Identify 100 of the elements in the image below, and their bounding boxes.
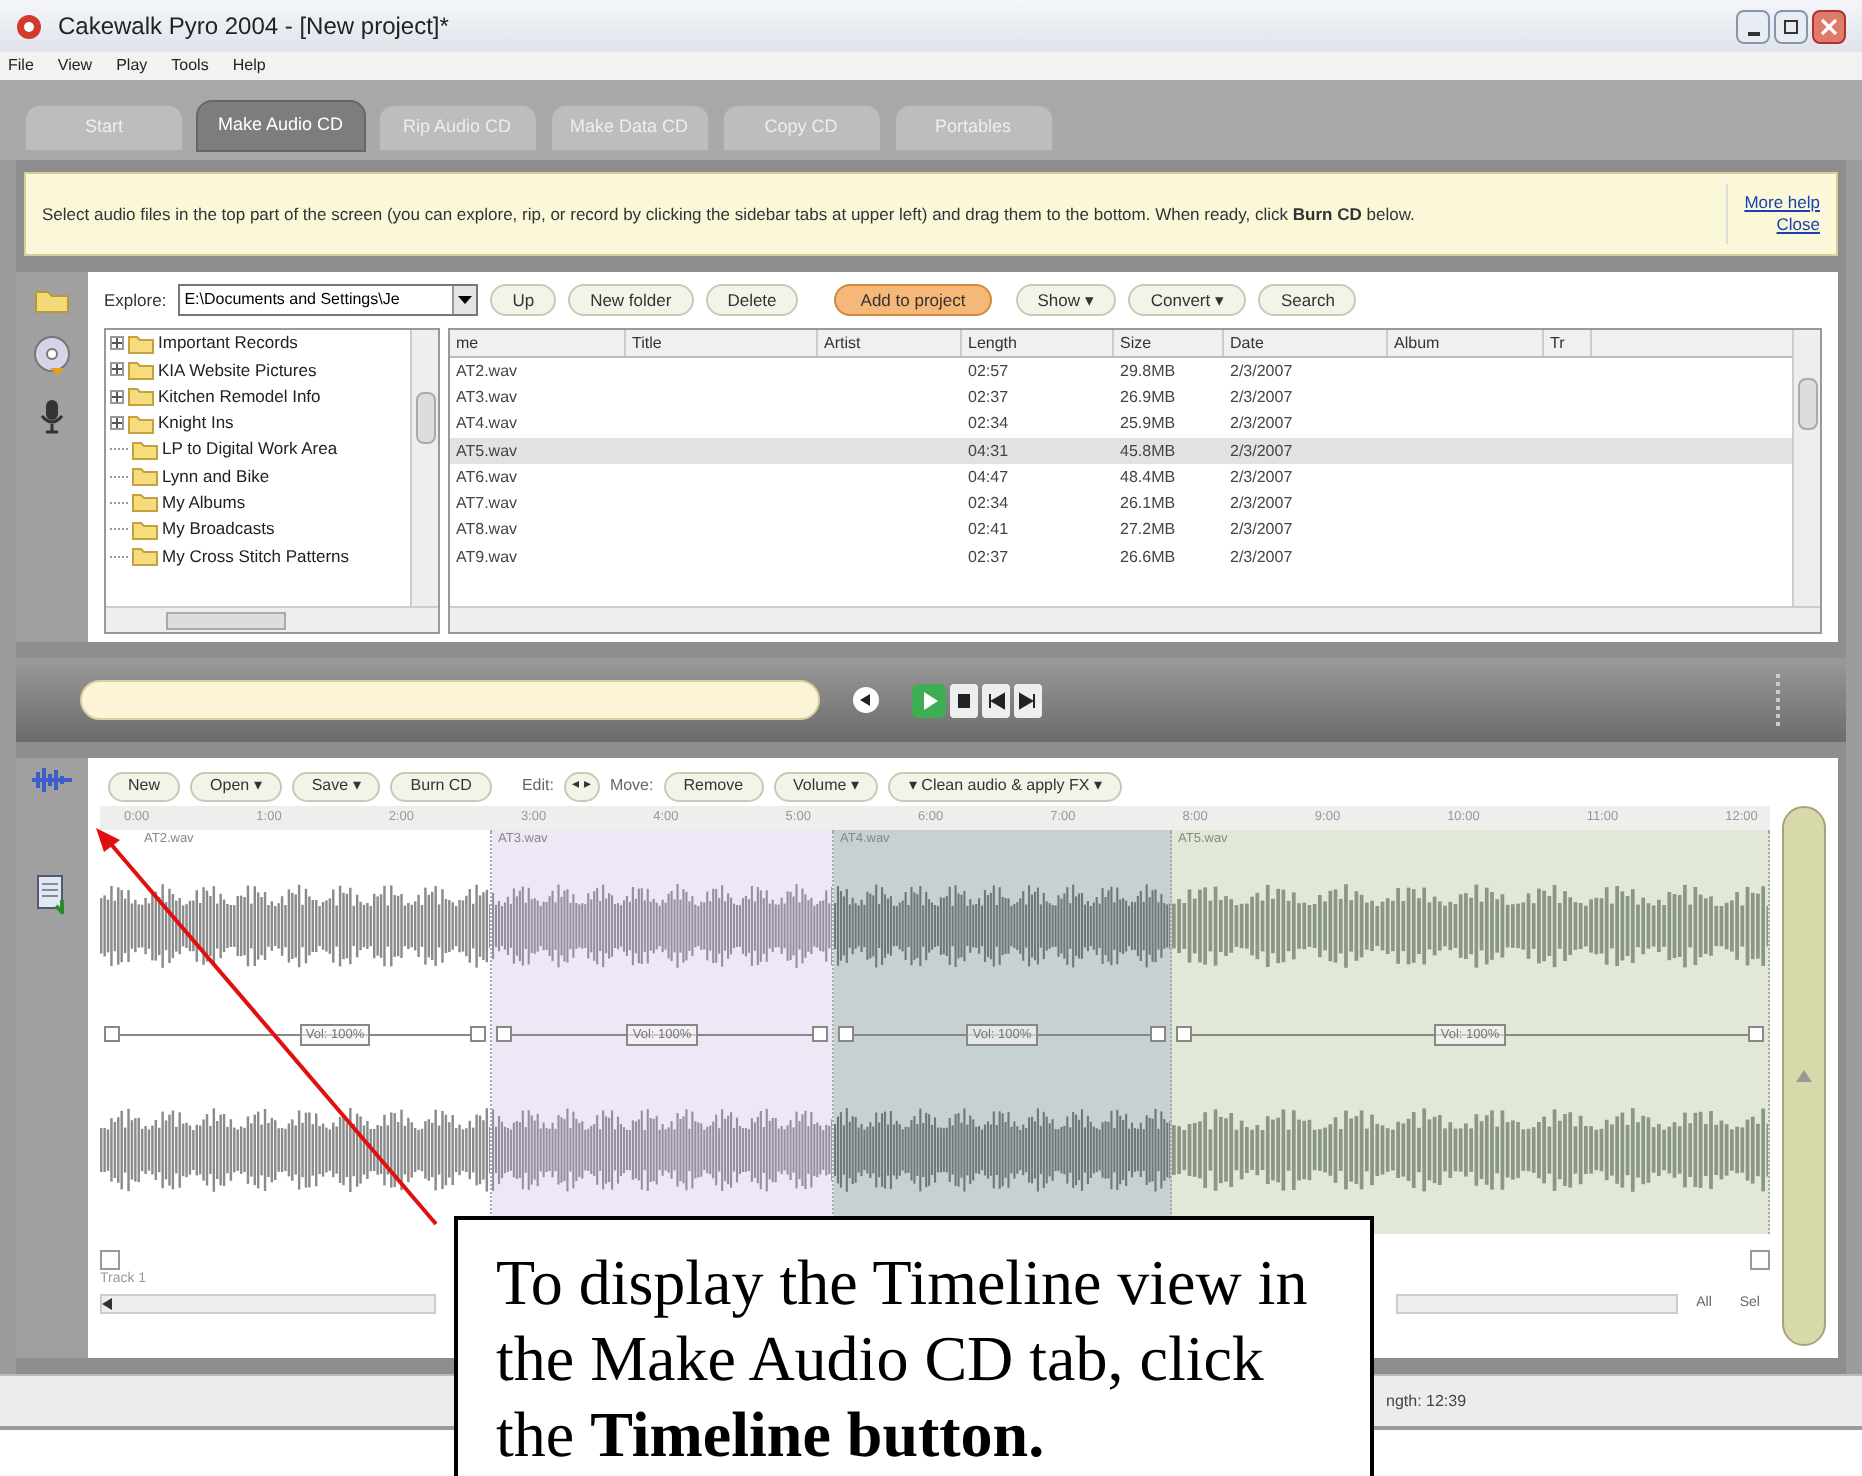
toolbar-button[interactable]: Save ▾	[291, 771, 381, 801]
expand-icon[interactable]	[110, 416, 124, 431]
disc-icon[interactable]	[32, 334, 72, 378]
toolbar-button[interactable]: New folder	[568, 284, 694, 316]
folder-icon	[132, 546, 158, 567]
table-cell-text: 02:37	[966, 545, 1011, 570]
expand-icon[interactable]	[110, 389, 124, 404]
folder-name[interactable]: Important Records	[158, 330, 298, 357]
close-icon[interactable]	[1820, 17, 1838, 35]
table-cell-text: 2/3/2007	[1228, 492, 1295, 517]
folder-icon	[132, 519, 158, 540]
table-cell-text: 2/3/2007	[1228, 412, 1295, 437]
restore-button[interactable]	[1774, 9, 1808, 43]
toolbar-button[interactable]: ▾ Clean audio & apply FX ▾	[888, 771, 1122, 801]
folder-name[interactable]: My Broadcasts	[162, 516, 275, 543]
field-label: Explore:	[104, 287, 167, 313]
tab[interactable]: Make Audio CD	[196, 100, 366, 152]
scroll-thumb[interactable]	[415, 391, 435, 443]
toolbar-button[interactable]: Show ▾	[1015, 284, 1117, 316]
table-cell-text: AT9.wav	[454, 545, 520, 570]
rewind-icon[interactable]	[852, 686, 880, 714]
document-icon[interactable]	[36, 874, 68, 914]
up-arrow-icon[interactable]	[1796, 1070, 1812, 1082]
table-cell-text: 26.1MB	[1118, 492, 1178, 517]
folder-name[interactable]: Knight Ins	[158, 410, 234, 436]
table-cell-text: AT6.wav	[454, 465, 520, 490]
scrollbar[interactable]	[100, 1294, 436, 1314]
folder-icon	[132, 466, 158, 487]
folder-name[interactable]: Lynn and Bike	[162, 463, 270, 489]
folder-name[interactable]: Kitchen Remodel Info	[158, 383, 321, 410]
toolbar-button[interactable]: Up	[490, 284, 557, 316]
stop-button[interactable]	[950, 683, 978, 717]
scrollbar[interactable]	[1792, 330, 1820, 606]
help-link[interactable]: More help	[1744, 192, 1820, 214]
toolbar-button[interactable]: Volume ▾	[773, 771, 879, 801]
volume-handle[interactable]	[1748, 1026, 1764, 1042]
expand-button[interactable]	[1750, 1250, 1770, 1270]
folder-name[interactable]: KIA Website Pictures	[158, 357, 317, 383]
column-header[interactable]: Size	[1114, 330, 1224, 356]
scroll-left-icon[interactable]	[102, 1298, 114, 1310]
table-row[interactable]: AT5.wav 04:31 45.8MB 2/3/2007	[450, 437, 1792, 465]
folder-icon	[132, 492, 158, 513]
status-text: ngth: 12:39	[1386, 1389, 1467, 1413]
toolbar-button[interactable]: New	[108, 771, 181, 801]
table-cell-text: 2/3/2007	[1228, 439, 1295, 464]
toolbar-button[interactable]: Add to project	[834, 284, 992, 316]
table-cell-text: 26.9MB	[1118, 385, 1178, 410]
table-cell-text: 48.4MB	[1118, 465, 1178, 490]
close-button[interactable]	[1812, 9, 1846, 43]
scrollbar[interactable]	[106, 606, 438, 632]
table-cell-text: 02:34	[966, 492, 1011, 517]
minimize-button[interactable]	[1736, 9, 1770, 43]
folder-icon[interactable]	[34, 288, 70, 314]
folder-icon	[128, 333, 154, 354]
scrollbar[interactable]	[410, 330, 438, 606]
scrollbar[interactable]	[450, 606, 1820, 632]
toolbar-button[interactable]: Burn CD	[390, 771, 492, 801]
volume-handle[interactable]	[104, 1026, 120, 1042]
folder-name[interactable]: My Cross Stitch Patterns	[162, 543, 350, 569]
column-header[interactable]: me	[450, 330, 626, 356]
toolbar-button[interactable]: Search	[1258, 284, 1357, 316]
toolbar-button[interactable]: Remove	[663, 771, 764, 801]
folder-name[interactable]: My Albums	[162, 490, 246, 516]
previous-button[interactable]	[982, 683, 1010, 717]
table-cell-text: 2/3/2007	[1228, 465, 1295, 490]
microphone-icon[interactable]	[40, 398, 64, 434]
table-cell-text: 29.8MB	[1118, 359, 1178, 384]
table-cell-text: 2/3/2007	[1228, 385, 1295, 410]
dropdown-arrow-icon[interactable]	[458, 296, 473, 304]
toolbar-button[interactable]: Convert ▾	[1128, 284, 1247, 316]
folder-icon	[128, 413, 154, 434]
column-header[interactable]: Title	[626, 330, 818, 356]
menu-item[interactable]: File	[8, 54, 34, 78]
expand-button[interactable]	[100, 1250, 120, 1270]
toolbar-button[interactable]: Delete	[705, 284, 799, 316]
menu-item[interactable]: View	[57, 54, 93, 78]
expand-icon[interactable]	[110, 336, 124, 351]
menu-item[interactable]: Tools	[171, 54, 209, 78]
window-title: Cakewalk Pyro 2004 - [New project]*	[58, 10, 449, 44]
menu-item[interactable]: Play	[116, 54, 148, 78]
column-header[interactable]: Tr	[1544, 330, 1592, 356]
timeline-icon[interactable]	[30, 766, 74, 794]
scroll-thumb[interactable]	[1797, 378, 1817, 430]
position-field[interactable]	[80, 680, 820, 720]
column-header[interactable]: Length	[962, 330, 1114, 356]
next-button[interactable]	[1014, 683, 1042, 717]
help-text: Select audio files in the top part of the screen (you can explore, rip, or record by clicking the sidebar tabs at upper left) and drag them to the bottom. When ready, click Burn CD below.	[42, 201, 1417, 227]
expand-icon[interactable]	[110, 362, 124, 377]
path-dropdown[interactable]: E:\Documents and Settings\Je	[178, 284, 479, 316]
scrollbar[interactable]	[1396, 1294, 1679, 1314]
menu-item[interactable]: Help	[232, 54, 266, 78]
table-cell-text: 2/3/2007	[1228, 518, 1295, 543]
collapse-handle[interactable]	[1782, 806, 1826, 1346]
column-header[interactable]: Album	[1388, 330, 1544, 356]
column-header[interactable]: Artist	[818, 330, 962, 356]
folder-name[interactable]: LP to Digital Work Area	[162, 436, 338, 463]
toolbar-button[interactable]: Open ▾	[190, 771, 282, 801]
column-header[interactable]: Date	[1224, 330, 1388, 356]
table-cell-text: 04:47	[966, 465, 1011, 490]
help-link[interactable]: Close	[1776, 214, 1820, 236]
